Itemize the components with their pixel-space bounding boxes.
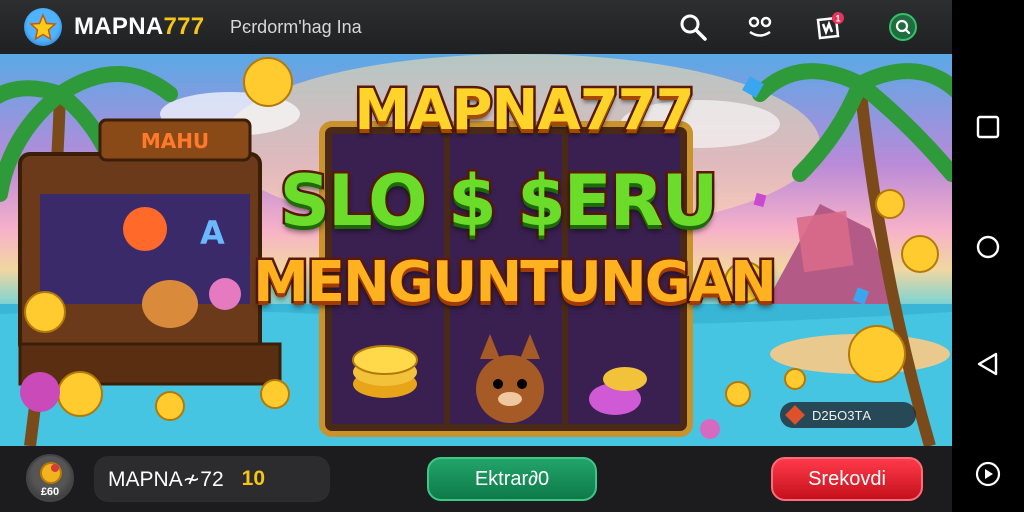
- app-logo[interactable]: [24, 8, 62, 46]
- promo-badge-text: D2БO3ТA: [812, 407, 872, 423]
- avatar-balance: £60: [40, 486, 60, 498]
- promo-badge[interactable]: D2БO3ТA: [780, 402, 916, 428]
- search-icon[interactable]: [676, 10, 710, 44]
- star-icon: [29, 13, 57, 41]
- notification-count: 1: [835, 14, 840, 24]
- profile-search-icon[interactable]: [886, 10, 920, 44]
- brand-text: MAPNA: [74, 13, 164, 40]
- brand-title: MAPNA777: [74, 13, 204, 41]
- gamepad-icon[interactable]: [743, 10, 777, 44]
- player-name: MAPNA≁72: [108, 467, 224, 491]
- title-line-tagline: MENGUNTUNGAN: [251, 248, 780, 318]
- player-level: 10: [241, 467, 265, 490]
- recents-icon[interactable]: [974, 113, 1002, 141]
- gem-icon: [785, 405, 805, 425]
- home-icon[interactable]: [974, 233, 1002, 261]
- secondary-button[interactable]: Srekovdi: [771, 457, 923, 501]
- title-line-slot: SLO $ $ERU: [277, 158, 721, 245]
- page-subtitle: Pєrdorm'hag Ina: [230, 17, 362, 37]
- primary-button[interactable]: Ektrar∂0: [427, 457, 597, 501]
- play-icon[interactable]: [974, 460, 1002, 488]
- bottom-bar: £60 MAPNA≁72 10 Ektrar∂0 Srekovdi: [0, 446, 952, 512]
- avatar[interactable]: £60: [26, 454, 74, 502]
- coin-bag-icon: [40, 462, 62, 484]
- player-info[interactable]: MAPNA≁72 10: [94, 456, 330, 502]
- back-icon[interactable]: [974, 350, 1002, 378]
- notification-icon[interactable]: 1: [812, 10, 846, 44]
- title-line-brand: MAPNA777: [352, 76, 697, 146]
- system-nav-bar: [952, 0, 1024, 512]
- top-bar: MAPNA777 Pєrdorm'hag Ina 1: [0, 0, 952, 54]
- hero-banner[interactable]: MAHU A MAPNA777 SLO $ $ERU MENGUNTUNGAN …: [0, 54, 952, 446]
- brand-number: 777: [163, 13, 205, 40]
